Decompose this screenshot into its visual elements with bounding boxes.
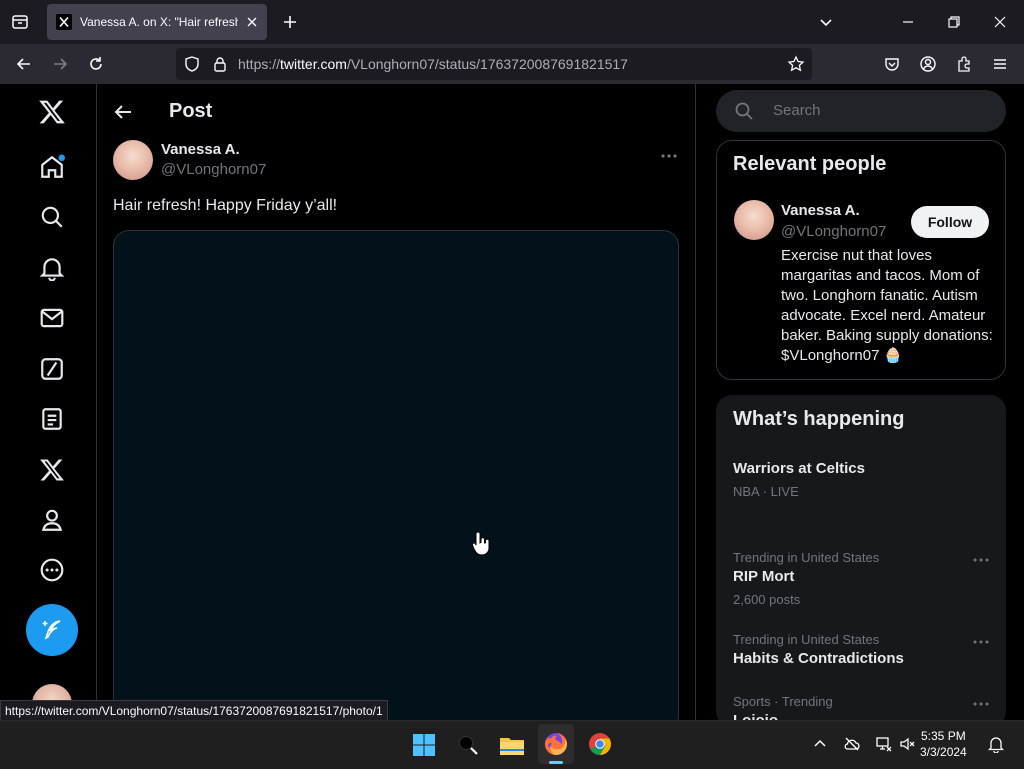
- trend-meta: 2,600 posts: [733, 592, 801, 607]
- window-close-icon[interactable]: [990, 12, 1010, 32]
- taskbar-search-icon[interactable]: [452, 729, 484, 761]
- tab-close-icon[interactable]: [244, 14, 260, 30]
- page-title: Post: [169, 100, 213, 122]
- trend-category: Trending in United States: [733, 632, 880, 647]
- trend-meta: NBA · LIVE: [733, 484, 799, 499]
- back-arrow-icon[interactable]: [111, 100, 135, 124]
- profile-icon[interactable]: [38, 506, 66, 534]
- premium-x-icon[interactable]: [38, 456, 66, 484]
- grok-icon[interactable]: [38, 355, 66, 383]
- bookmark-star-icon[interactable]: [786, 54, 806, 74]
- post-photo[interactable]: [113, 230, 679, 732]
- trend-more-icon[interactable]: [971, 550, 991, 570]
- relevant-people-title: Relevant people: [733, 153, 887, 175]
- trend-category: Sports · Trending: [733, 694, 833, 709]
- back-arrow-icon[interactable]: [14, 54, 34, 74]
- chrome-icon[interactable]: [584, 728, 616, 760]
- follow-button[interactable]: Follow: [911, 206, 989, 238]
- menu-icon[interactable]: [990, 54, 1010, 74]
- compose-post-button[interactable]: [26, 604, 78, 656]
- url-path: /VLonghorn07/status/1763720087691821517: [346, 56, 628, 72]
- trend-name[interactable]: RIP Mort: [733, 568, 794, 585]
- author-handle[interactable]: @VLonghorn07: [161, 161, 266, 178]
- search-input[interactable]: Search: [716, 90, 1006, 132]
- relevant-person-handle[interactable]: @VLonghorn07: [781, 223, 886, 240]
- x-favicon-icon: [56, 14, 72, 30]
- more-circle-icon[interactable]: [38, 556, 66, 584]
- trend-more-icon[interactable]: [971, 694, 991, 714]
- status-link-tooltip: https://twitter.com/VLonghorn07/status/1…: [0, 700, 388, 722]
- trend-more-icon[interactable]: [971, 632, 991, 652]
- minimize-icon[interactable]: [898, 12, 918, 32]
- relevant-people-panel: Relevant people Vanessa A. @VLonghorn07 …: [716, 140, 1006, 380]
- messages-envelope-icon[interactable]: [38, 304, 66, 332]
- hand-pointer-cursor-icon: [472, 530, 492, 556]
- url-text[interactable]: https://twitter.com/VLonghorn07/status/1…: [238, 56, 628, 72]
- lock-icon[interactable]: [210, 54, 230, 74]
- tab-title: Vanessa A. on X: "Hair refresh! Happy Fr…: [80, 15, 238, 29]
- firefox-icon[interactable]: [540, 728, 572, 760]
- list-all-tabs-icon[interactable]: [816, 12, 836, 32]
- home-icon[interactable]: [38, 153, 66, 181]
- url-domain: twitter.com: [280, 56, 347, 72]
- right-sidebar: Search Relevant people Vanessa A. @VLong…: [696, 84, 1024, 727]
- whats-happening-panel: What’s happening Warriors at Celtics NBA…: [716, 395, 1006, 727]
- windows-start-icon[interactable]: [408, 729, 440, 761]
- trend-name[interactable]: Habits & Contradictions: [733, 650, 904, 667]
- new-tab-icon[interactable]: [280, 12, 300, 32]
- restore-icon[interactable]: [944, 12, 964, 32]
- firefox-active-indicator: [549, 761, 563, 764]
- left-navigation: [0, 84, 97, 724]
- browser-nav-bar: https://twitter.com/VLonghorn07/status/1…: [0, 44, 1024, 84]
- account-icon[interactable]: [918, 54, 938, 74]
- author-name[interactable]: Vanessa A.: [161, 141, 240, 158]
- address-bar[interactable]: https://twitter.com/VLonghorn07/status/1…: [176, 48, 812, 80]
- x-logo-icon[interactable]: [38, 98, 66, 126]
- search-placeholder: Search: [773, 102, 821, 119]
- post-header: Post: [97, 84, 695, 138]
- url-prefix: https://: [238, 56, 281, 72]
- extensions-icon[interactable]: [954, 54, 974, 74]
- forward-arrow-icon[interactable]: [50, 54, 70, 74]
- trend-category: Trending in United States: [733, 550, 880, 565]
- reload-icon[interactable]: [86, 54, 106, 74]
- feather-plus-icon: [42, 620, 61, 640]
- main-column: Post Vanessa A. @VLonghorn07 Hair refres…: [97, 84, 696, 732]
- author-avatar[interactable]: [113, 140, 153, 180]
- relevant-person-avatar[interactable]: [734, 200, 774, 240]
- browser-tab-active[interactable]: Vanessa A. on X: "Hair refresh! Happy Fr…: [47, 4, 267, 40]
- lists-icon[interactable]: [38, 405, 66, 433]
- shield-icon[interactable]: [182, 54, 202, 74]
- tab-list-icon[interactable]: [8, 10, 32, 34]
- pocket-icon[interactable]: [882, 54, 902, 74]
- notifications-bell-icon[interactable]: [38, 254, 66, 282]
- post-more-icon[interactable]: [659, 146, 679, 166]
- post-text: Hair refresh! Happy Friday y’all!: [113, 197, 338, 214]
- whats-happening-title: What’s happening: [733, 408, 905, 430]
- browser-tab-bar: Vanessa A. on X: "Hair refresh! Happy Fr…: [0, 0, 1024, 44]
- explore-search-icon[interactable]: [38, 203, 66, 231]
- file-explorer-icon[interactable]: [496, 729, 528, 761]
- trend-name[interactable]: Warriors at Celtics: [733, 460, 865, 477]
- relevant-person-bio: Exercise nut that loves margaritas and t…: [781, 247, 993, 364]
- windows-taskbar: [0, 720, 1024, 769]
- relevant-person-name[interactable]: Vanessa A.: [781, 202, 860, 219]
- search-icon: [734, 101, 754, 121]
